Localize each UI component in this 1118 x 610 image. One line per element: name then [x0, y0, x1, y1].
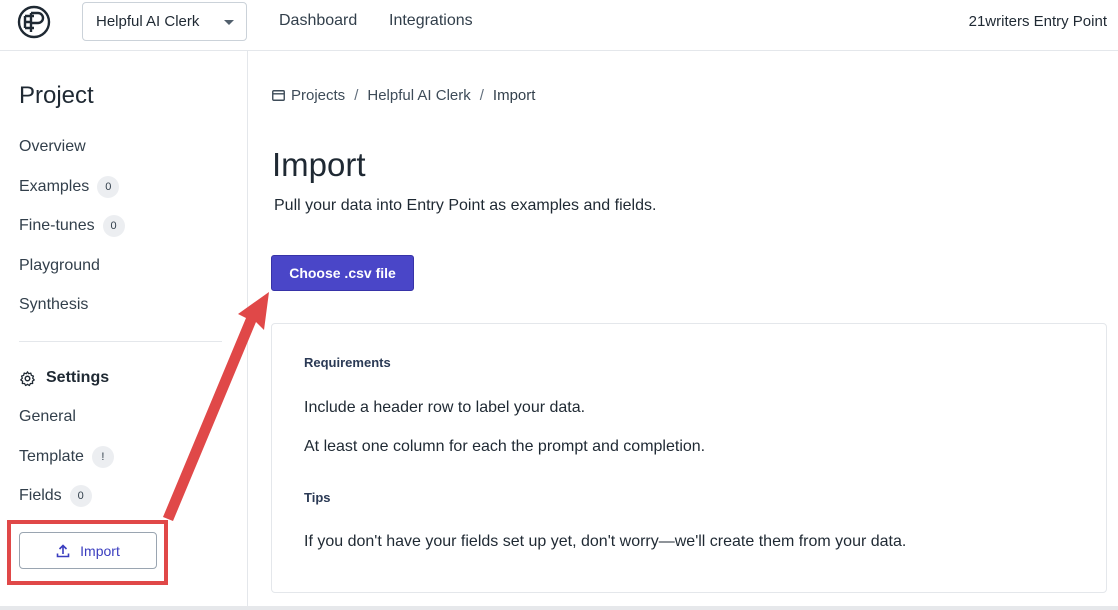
count-badge: 0 — [69, 485, 92, 507]
projects-icon — [272, 89, 285, 101]
sidebar-item-template[interactable]: Template ! — [19, 445, 114, 469]
info-card: Requirements Include a header row to lab… — [271, 323, 1107, 593]
settings-label: Settings — [46, 369, 110, 386]
settings-heading: Settings — [19, 366, 109, 390]
breadcrumb-separator: / — [354, 86, 359, 104]
gear-icon — [20, 370, 35, 386]
chevron-down-icon — [224, 20, 234, 25]
sidebar-item-label: Template — [19, 448, 84, 465]
sidebar-item-label: Playground — [19, 257, 100, 274]
sidebar-item-overview[interactable]: Overview — [19, 135, 86, 159]
warning-badge: ! — [91, 446, 114, 468]
sidebar-item-label: Fields — [19, 487, 62, 504]
tips-heading: Tips — [304, 490, 331, 505]
requirement-item: Include a header row to label your data. — [304, 399, 586, 416]
bottom-border — [0, 606, 1118, 610]
nav-dashboard[interactable]: Dashboard — [279, 12, 357, 30]
project-select-value: Helpful AI Clerk — [96, 13, 200, 30]
sidebar: Project Overview Examples 0 Fine-tunes 0… — [0, 51, 248, 610]
requirements-heading: Requirements — [304, 355, 391, 370]
count-badge: 0 — [102, 215, 125, 237]
sidebar-item-general[interactable]: General — [19, 405, 76, 429]
ep-logo-icon[interactable] — [17, 5, 51, 39]
sidebar-item-playground[interactable]: Playground — [19, 254, 100, 278]
sidebar-item-fine-tunes[interactable]: Fine-tunes 0 — [19, 214, 125, 238]
sidebar-item-label: Overview — [19, 138, 86, 155]
nav-integrations[interactable]: Integrations — [389, 12, 473, 30]
breadcrumb-projects[interactable]: Projects — [291, 87, 345, 104]
sidebar-item-label: Fine-tunes — [19, 217, 95, 234]
sidebar-item-examples[interactable]: Examples 0 — [19, 175, 120, 199]
breadcrumb-project[interactable]: Helpful AI Clerk — [367, 87, 470, 104]
sidebar-item-label: Synthesis — [19, 296, 89, 313]
project-select[interactable]: Helpful AI Clerk — [82, 2, 247, 41]
sidebar-item-fields[interactable]: Fields 0 — [19, 484, 92, 508]
count-badge: 0 — [97, 176, 120, 198]
top-bar: Helpful AI Clerk Dashboard Integrations … — [0, 0, 1118, 51]
sidebar-item-label: Examples — [19, 178, 90, 195]
requirement-item: At least one column for each the prompt … — [304, 438, 706, 455]
choose-csv-button[interactable]: Choose .csv file — [271, 255, 414, 291]
upload-icon — [56, 543, 70, 557]
sidebar-item-label: General — [19, 408, 76, 425]
sidebar-title: Project — [19, 82, 94, 109]
breadcrumb-separator: / — [479, 86, 484, 104]
tip-item: If you don't have your fields set up yet… — [304, 533, 907, 550]
import-button-label: Import — [80, 542, 120, 559]
breadcrumb: Projects / Helpful AI Clerk / Import — [272, 86, 535, 104]
import-button[interactable]: Import — [19, 532, 157, 569]
org-menu[interactable]: 21writers Entry Point — [969, 13, 1107, 30]
sidebar-item-synthesis[interactable]: Synthesis — [19, 293, 88, 317]
breadcrumb-current: Import — [492, 86, 536, 104]
sidebar-divider — [19, 341, 222, 342]
page-subtitle: Pull your data into Entry Point as examp… — [274, 197, 657, 214]
page-title: Import — [272, 146, 366, 183]
